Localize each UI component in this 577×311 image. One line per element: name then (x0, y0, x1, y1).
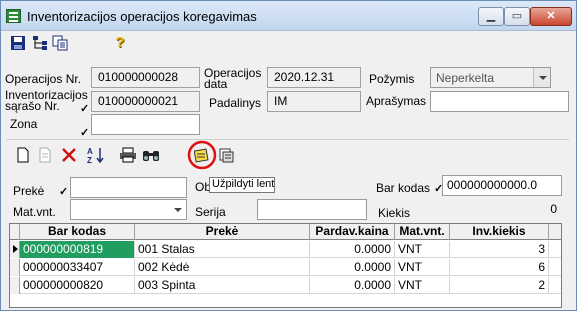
row-marker (10, 277, 20, 294)
cell-kaina[interactable]: 0.0000 (310, 259, 395, 276)
pozymis-label: Požymis (369, 72, 415, 86)
table-row[interactable]: 000000000820 003 Spinta 0.0000 VNT 2 (10, 277, 561, 294)
close-button[interactable]: ✕ (530, 7, 572, 26)
svg-text:Z: Z (87, 156, 92, 164)
print-report-icon[interactable] (218, 147, 234, 163)
current-row-icon (10, 241, 20, 258)
aprasymas-input[interactable] (430, 91, 569, 112)
cell-matvnt[interactable]: VNT (395, 241, 450, 258)
col-kaina-header[interactable]: Pardav.kaina (310, 224, 395, 240)
preke-check-icon: ✓ (59, 186, 69, 198)
chevron-down-icon[interactable] (533, 68, 550, 87)
serija-input[interactable] (257, 199, 367, 220)
cell-kiekis[interactable]: 2 (450, 277, 549, 294)
kiekis-field: 0 (442, 199, 562, 220)
svg-text:A: A (87, 147, 93, 156)
cell-barkodas[interactable]: 000000000820 (20, 277, 135, 294)
zona-label: Zona (10, 117, 38, 131)
cell-barkodas[interactable]: 000000000819 (20, 241, 135, 258)
preke-input[interactable] (70, 177, 187, 198)
sort-icon[interactable]: A Z (87, 146, 105, 164)
print-icon[interactable] (119, 147, 137, 163)
cell-kaina[interactable]: 0.0000 (310, 241, 395, 258)
barkodas-input[interactable]: 000000000000.0 (442, 175, 562, 196)
operacijos-data-label: Operacijos data (204, 66, 262, 91)
required-check-icon: ✓ (80, 103, 90, 115)
tree-icon[interactable] (32, 35, 48, 51)
delete-icon[interactable] (61, 147, 77, 163)
window-title: Inventorizacijos operacijos koregavimas (27, 9, 257, 24)
barkodas-label: Bar kodas (376, 181, 431, 195)
maximize-button[interactable]: ▭ (504, 7, 530, 26)
edit-icon[interactable] (37, 147, 53, 163)
matvnt-label: Mat.vnt. (13, 205, 56, 219)
cell-matvnt[interactable]: VNT (395, 259, 450, 276)
col-kiekis-header[interactable]: Inv.kiekis (450, 224, 549, 240)
cell-preke[interactable]: 002 Kėdė (135, 259, 310, 276)
header-row-marker (10, 224, 20, 240)
row-marker (10, 259, 20, 276)
col-barkodas-header[interactable]: Bar kodas (20, 224, 135, 240)
aprasymas-label: Aprašymas (366, 94, 427, 108)
table-row[interactable]: 000000033407 002 Kėdė 0.0000 VNT 6 (10, 259, 561, 276)
col-preke-header[interactable]: Prekė (135, 224, 310, 240)
padalinys-field: IM (267, 91, 361, 112)
items-table[interactable]: Bar kodas Prekė Pardav.kaina Mat.vnt. In… (9, 223, 562, 308)
cell-kiekis[interactable]: 6 (450, 259, 549, 276)
chevron-down-icon[interactable] (169, 200, 186, 219)
pozymis-value: Neperkelta (436, 71, 495, 85)
zona-check-icon: ✓ (80, 127, 90, 139)
fill-table-tooltip: Užpildyti lentelę (209, 177, 275, 193)
cell-kaina[interactable]: 0.0000 (310, 277, 395, 294)
operacijos-nr-label: Operacijos Nr. (5, 72, 82, 86)
cell-kiekis[interactable]: 3 (450, 241, 549, 258)
new-icon[interactable] (15, 147, 31, 163)
save-icon[interactable] (10, 35, 26, 51)
matvnt-select[interactable] (70, 199, 187, 220)
cell-matvnt[interactable]: VNT (395, 277, 450, 294)
help-icon[interactable]: ? (112, 34, 128, 51)
preke-label: Prekė (13, 184, 45, 198)
cell-preke[interactable]: 003 Spinta (135, 277, 310, 294)
app-icon (6, 9, 21, 23)
zona-input[interactable] (91, 114, 200, 135)
table-header: Bar kodas Prekė Pardav.kaina Mat.vnt. In… (10, 224, 561, 240)
padalinys-label: Padalinys (209, 96, 262, 110)
kiekis-label: Kiekis (378, 206, 411, 220)
table-row[interactable]: 000000000819 001 Stalas 0.0000 VNT 3 (10, 241, 561, 258)
find-icon[interactable] (142, 147, 160, 163)
inv-saraso-nr-field: 010000000021 (91, 91, 200, 112)
cell-barkodas[interactable]: 000000033407 (20, 259, 135, 276)
minimize-button[interactable]: ▁ (478, 7, 504, 26)
operacijos-nr-field: 010000000028 (91, 67, 200, 88)
main-window: Inventorizacijos operacijos koregavimas … (0, 0, 577, 311)
copy-icon[interactable] (52, 35, 68, 51)
cell-preke[interactable]: 001 Stalas (135, 241, 310, 258)
title-bar[interactable]: Inventorizacijos operacijos koregavimas … (1, 1, 576, 31)
pozymis-select[interactable]: Neperkelta (430, 67, 551, 88)
operacijos-data-field: 2020.12.31 (267, 67, 361, 88)
serija-label: Serija (195, 205, 226, 219)
col-matvnt-header[interactable]: Mat.vnt. (395, 224, 450, 240)
fill-table-icon[interactable] (194, 147, 210, 163)
